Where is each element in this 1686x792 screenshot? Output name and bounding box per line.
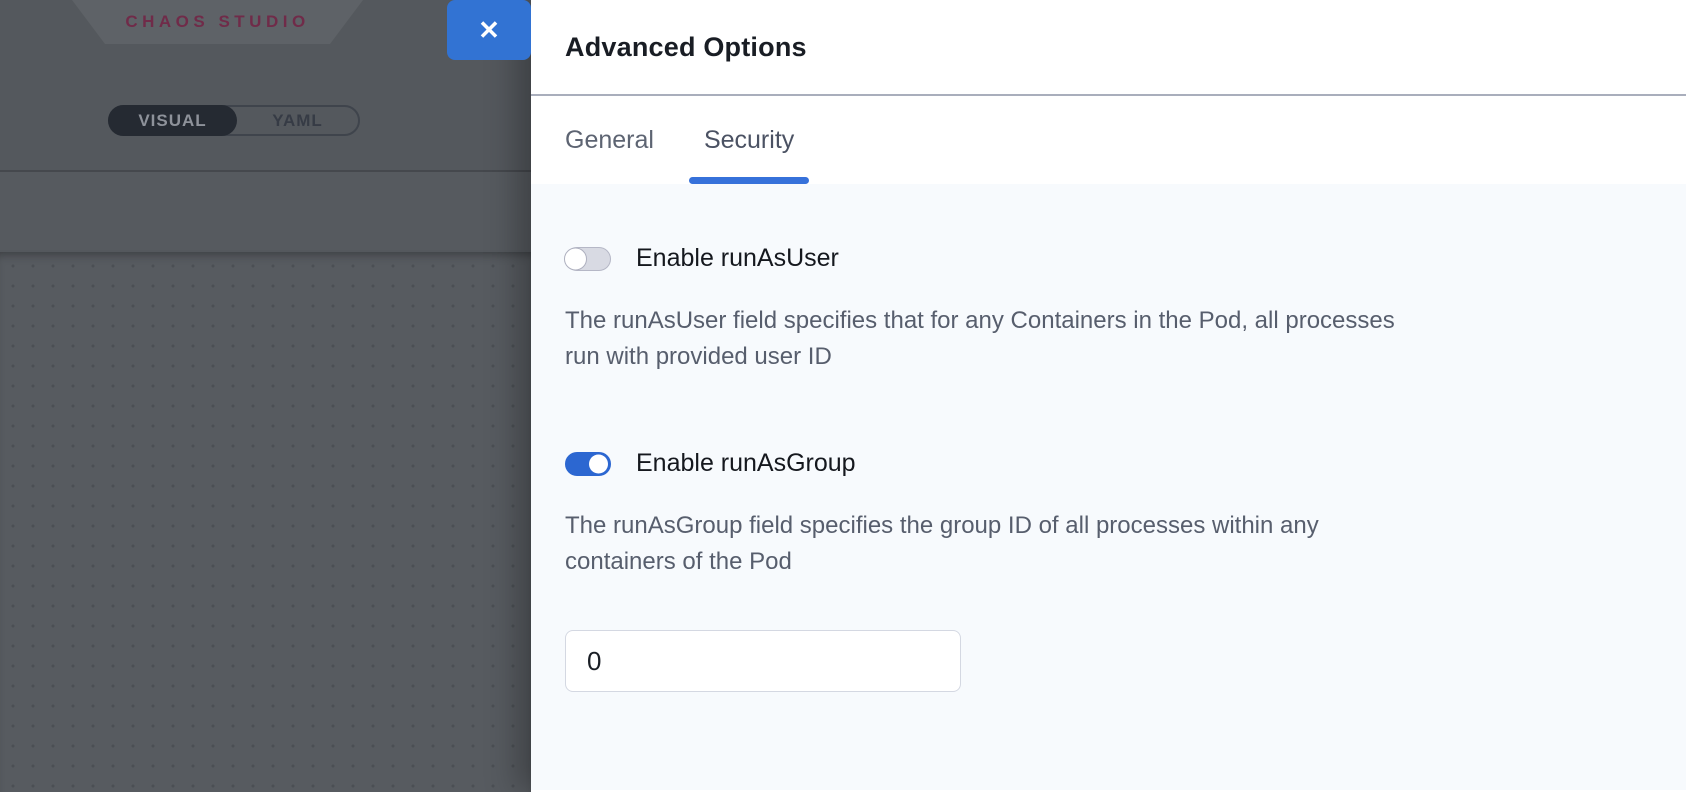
runasuser-toggle[interactable]	[565, 247, 611, 271]
runasgroup-value-input[interactable]	[565, 630, 961, 692]
advanced-options-drawer: Advanced Options General Security Enable…	[531, 0, 1686, 792]
runasuser-toggle-knob	[564, 247, 587, 270]
chaos-studio-logo-text: CHAOS STUDIO	[125, 12, 309, 32]
chaos-studio-logo: CHAOS STUDIO	[72, 0, 363, 44]
runasuser-toggle-label: Enable runAsUser	[636, 244, 839, 273]
runasuser-toggle-row: Enable runAsUser	[565, 244, 1652, 273]
visual-mode-tab[interactable]: VISUAL	[108, 105, 237, 136]
close-drawer-button[interactable]: ✕	[447, 0, 531, 60]
runasgroup-toggle-knob	[589, 454, 608, 473]
chaos-studio-background: CHAOS STUDIO VISUAL YAML	[0, 0, 531, 792]
app-screen: CHAOS STUDIO VISUAL YAML ✕ Advanced Opti…	[0, 0, 1686, 792]
canvas-toolbar-strip	[0, 172, 531, 250]
runasgroup-toggle-row: Enable runAsGroup	[565, 449, 1652, 478]
tab-general-label: General	[565, 126, 654, 155]
visual-mode-label: VISUAL	[138, 111, 206, 131]
yaml-mode-label: YAML	[272, 111, 323, 131]
runasgroup-description: The runAsGroup field specifies the group…	[565, 508, 1605, 580]
tab-security-label: Security	[704, 126, 794, 155]
drawer-title: Advanced Options	[565, 32, 807, 63]
runasgroup-toggle[interactable]	[565, 452, 611, 476]
security-tab-content: Enable runAsUser The runAsUser field spe…	[531, 184, 1686, 790]
runasgroup-toggle-label: Enable runAsGroup	[636, 449, 856, 478]
dot-grid-canvas[interactable]	[0, 252, 531, 792]
drawer-tabs: General Security	[531, 96, 1686, 184]
yaml-mode-tab[interactable]: YAML	[237, 107, 358, 134]
tab-general[interactable]: General	[550, 96, 669, 184]
visual-yaml-segmented-control: VISUAL YAML	[108, 105, 360, 136]
runasuser-section: Enable runAsUser The runAsUser field spe…	[565, 244, 1652, 375]
runasgroup-section: Enable runAsGroup The runAsGroup field s…	[565, 449, 1652, 692]
drawer-header: Advanced Options	[531, 0, 1686, 96]
close-icon: ✕	[478, 17, 500, 43]
runasuser-description: The runAsUser field specifies that for a…	[565, 303, 1605, 375]
tab-security[interactable]: Security	[689, 96, 809, 184]
